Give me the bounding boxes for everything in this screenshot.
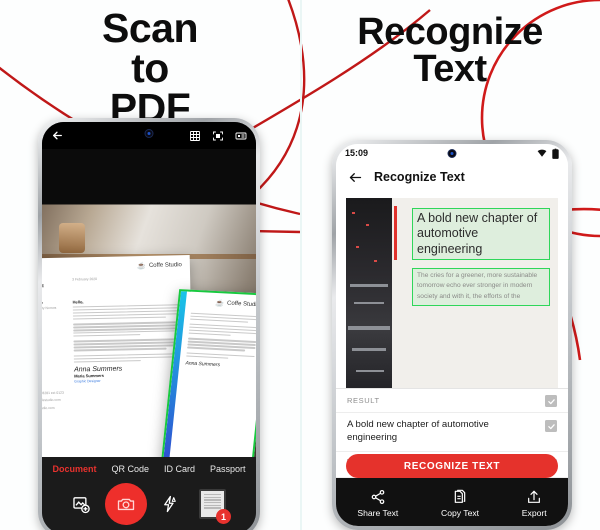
page-title: Recognize Text: [374, 170, 465, 184]
mode-tab-document[interactable]: Document: [52, 464, 96, 474]
share-text-action[interactable]: Share Text: [357, 489, 398, 518]
camera-controls: 1: [42, 480, 256, 530]
result-row-text: A bold new chapter of automotive enginee…: [347, 419, 489, 444]
document-signature: Anna Summers: [185, 360, 221, 369]
document-contact: www.coffestudio.com: [42, 403, 183, 412]
camera-topbar: [42, 122, 256, 149]
front-camera-punch-hole: [447, 149, 457, 158]
copy-text-label: Copy Text: [441, 508, 480, 518]
detected-text-block-headline[interactable]: A bold new chapter of automotive enginee…: [412, 208, 550, 260]
copy-document-icon: [452, 489, 468, 505]
document-contact-text: contact@coffestudio.com: [42, 398, 61, 403]
export-upload-icon: [526, 489, 542, 505]
recognized-text-overlay: A bold new chapter of automotive enginee…: [392, 198, 558, 388]
crop-corner-handle[interactable]: [177, 289, 192, 302]
document-paragraph: [73, 338, 182, 352]
export-action[interactable]: Export: [522, 489, 547, 518]
article-photo: [346, 198, 392, 389]
promo-screenshot: Scan to PDF Recognize Text ☕ Coffe Studi…: [0, 0, 600, 530]
document-company-sub: Kiri Kirab Alpena City Nomos 2020, Unive…: [42, 306, 57, 311]
scanned-page-image: A bold new chapter of automotive enginee…: [346, 198, 558, 389]
document-to-sub: Alpha Media: [42, 289, 58, 295]
bottom-action-bar: Share Text Copy Text Export: [336, 478, 568, 526]
page-title-left: Scan to PDF: [0, 5, 300, 129]
document-paragraph: [72, 304, 181, 320]
camera-live-preview[interactable]: ☕ Coffe Studio To JONATHAN DOE Alpha Med…: [42, 149, 256, 457]
grid-icon[interactable]: [189, 130, 201, 142]
copy-text-action[interactable]: Copy Text: [441, 489, 479, 518]
mode-tab-id-card[interactable]: ID Card: [164, 464, 195, 474]
select-all-checkbox[interactable]: [545, 395, 557, 408]
title-line: to: [131, 45, 169, 92]
mode-tab-passport[interactable]: Passport: [210, 464, 246, 474]
shutter-button[interactable]: [105, 483, 147, 525]
image-import-icon[interactable]: [72, 495, 91, 514]
front-camera-punch-hole: [144, 129, 154, 138]
arrow-left-icon[interactable]: [51, 129, 64, 142]
flash-auto-icon[interactable]: [161, 495, 179, 513]
share-icon: [370, 489, 386, 505]
result-row-checkbox[interactable]: [545, 420, 557, 433]
document-signer-role: Graphic Designer: [74, 379, 101, 384]
title-line: Text: [413, 48, 487, 91]
result-list-header: RESULT: [336, 389, 568, 414]
coffee-cup-icon: ☕: [137, 262, 147, 271]
detected-text-block-paragraph[interactable]: The cries for a greener, more sustainabl…: [412, 267, 550, 306]
document-contact-text: +34 764 764 8281 ext 0123: [42, 391, 64, 396]
title-line: Recognize: [357, 11, 543, 53]
status-time: 15:09: [345, 148, 369, 158]
battery-icon: [552, 148, 559, 159]
last-scan-thumbnail[interactable]: 1: [199, 489, 231, 524]
page-title-right: Recognize Text: [300, 11, 600, 91]
camera-scan-screen: ☕ Coffe Studio To JONATHAN DOE Alpha Med…: [42, 122, 256, 530]
phone-mockup-left: ☕ Coffe Studio To JONATHAN DOE Alpha Med…: [38, 118, 260, 530]
scan-count-badge: 1: [216, 509, 231, 524]
wifi-icon: [537, 148, 547, 158]
result-header-label: RESULT: [347, 396, 380, 406]
camera-bottom-bar: Document QR Code ID Card Passport 1: [42, 457, 256, 530]
capture-mode-tabs: Document QR Code ID Card Passport: [42, 461, 256, 480]
ocr-preview-area[interactable]: A bold new chapter of automotive enginee…: [336, 192, 568, 389]
recognize-text-button[interactable]: RECOGNIZE TEXT: [346, 454, 558, 478]
document-brand-label: Coffe Studio: [226, 300, 256, 309]
export-label: Export: [521, 508, 547, 518]
batch-scan-icon[interactable]: [235, 130, 247, 142]
document-brand-label: Coffe Studio: [148, 262, 182, 269]
title-line: Scan: [102, 5, 199, 51]
arrow-left-icon[interactable]: [348, 170, 363, 185]
coffee-cup-icon: ☕: [214, 299, 225, 308]
app-bar: Recognize Text: [336, 162, 568, 192]
mode-tab-qr-code[interactable]: QR Code: [111, 464, 149, 474]
article-accent-bar: [394, 206, 397, 260]
crop-corner-handle[interactable]: [160, 452, 175, 457]
crop-corner-handle[interactable]: [240, 456, 255, 457]
preview-object: [59, 222, 86, 253]
document-contact-text: www.coffestudio.com: [42, 405, 55, 411]
result-row[interactable]: A bold new chapter of automotive enginee…: [336, 413, 568, 452]
status-bar: 15:09: [336, 144, 568, 162]
document-paragraph: [73, 353, 182, 363]
document-date: 3 February 2020: [72, 277, 98, 282]
recognize-text-screen: 15:09 Recognize Text A bold new chapter …: [336, 144, 568, 526]
phone-mockup-right: 15:09 Recognize Text A bold new chapter …: [332, 140, 572, 530]
document-paragraph: [73, 321, 182, 337]
auto-crop-icon[interactable]: [212, 130, 224, 142]
share-text-label: Share Text: [357, 508, 399, 518]
